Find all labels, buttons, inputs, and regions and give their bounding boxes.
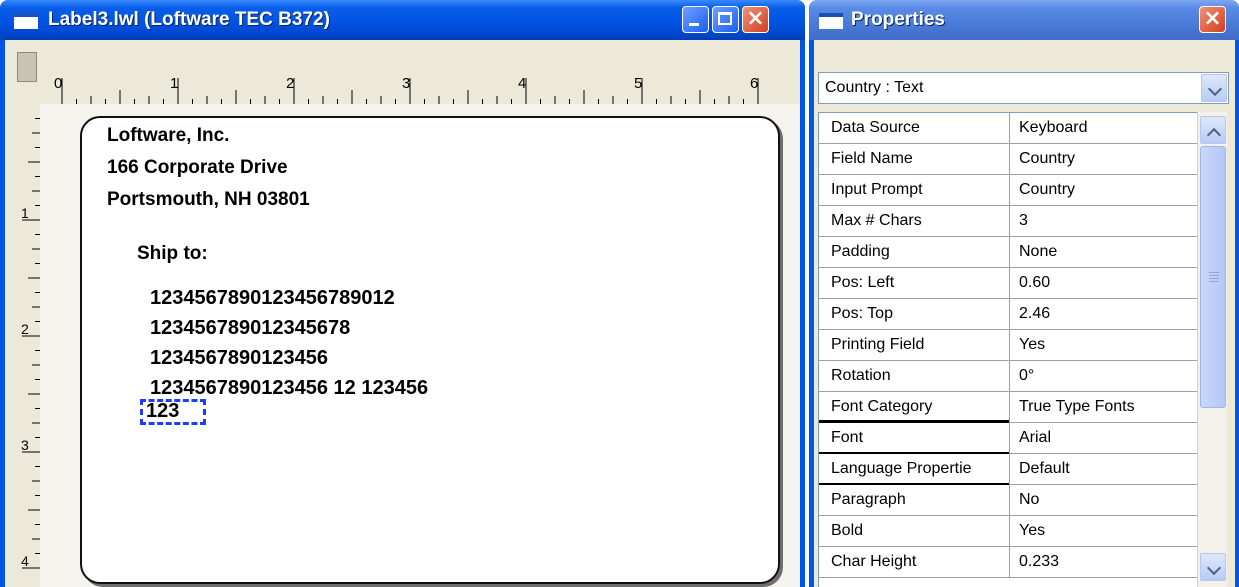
ruler-number: 4	[21, 553, 29, 569]
property-name: Data Source	[831, 119, 920, 136]
property-value[interactable]: Country	[1019, 175, 1197, 205]
minimize-button[interactable]	[682, 6, 709, 33]
property-value[interactable]: No	[1019, 485, 1197, 515]
ruler-number: 4	[518, 75, 526, 92]
close-icon: ×	[746, 6, 765, 31]
property-row[interactable]: Pos: Top 2.46	[819, 299, 1197, 330]
ruler-number: 2	[286, 75, 294, 92]
label-field-line-3[interactable]: 1234567890123456	[150, 347, 328, 370]
scroll-up-button[interactable]	[1200, 116, 1226, 144]
label-country-field[interactable]: 123	[146, 400, 179, 423]
ruler-number: 0	[54, 75, 62, 92]
maximize-icon	[718, 12, 732, 25]
ruler-number: 3	[21, 437, 29, 453]
property-name: Bold	[831, 522, 864, 539]
close-icon: ×	[1203, 6, 1222, 31]
property-name: Rotation	[831, 367, 891, 384]
property-value[interactable]: 0.233	[1019, 547, 1197, 577]
ruler-number: 1	[21, 205, 29, 221]
property-name: Char Height	[831, 553, 917, 570]
property-name: Printing Field	[831, 336, 925, 353]
label-city[interactable]: Portsmouth, NH 03801	[107, 189, 310, 211]
maximize-button[interactable]	[712, 6, 739, 33]
ruler-number: 2	[21, 321, 29, 337]
chevron-up-icon	[1206, 127, 1222, 143]
label-field-line-1[interactable]: 1234567890123456789012	[150, 287, 395, 310]
ruler-number: 6	[750, 75, 758, 92]
ruler-number: 5	[634, 75, 642, 92]
property-row[interactable]: Char Height 0.233	[819, 547, 1197, 578]
property-value[interactable]: Country	[1019, 144, 1197, 174]
property-row[interactable]: Bold Yes	[819, 516, 1197, 547]
label-field-line-4[interactable]: 1234567890123456 12 123456	[150, 377, 428, 400]
properties-title: Properties	[851, 9, 945, 30]
property-row[interactable]: Language Propertie Default	[819, 452, 1197, 485]
ruler-corner	[17, 52, 37, 82]
property-name: Max # Chars	[831, 212, 922, 229]
property-value[interactable]: None	[1019, 237, 1197, 267]
ruler-number: 3	[402, 75, 410, 92]
properties-grid: Data Source Keyboard Field Name Country In…	[818, 112, 1197, 587]
label-window-title: Label3.lwl (Loftware TEC B372)	[48, 9, 330, 30]
property-name: Language Propertie	[831, 460, 972, 477]
properties-titlebar[interactable]: Properties ×	[809, 0, 1239, 40]
dropdown-button[interactable]	[1201, 74, 1227, 102]
property-name: Font Category	[831, 398, 933, 415]
property-value[interactable]: Keyboard	[1019, 113, 1197, 143]
object-selector[interactable]: Country : Text	[818, 72, 1229, 104]
property-name: Padding	[831, 243, 890, 260]
property-value[interactable]: 0°	[1019, 361, 1197, 391]
property-row[interactable]: Font Category True Type Fonts	[819, 392, 1197, 423]
property-value[interactable]: True Type Fonts	[1019, 392, 1197, 422]
property-row[interactable]: Input Prompt Country	[819, 175, 1197, 206]
ruler-number: 1	[170, 75, 178, 92]
horizontal-ruler: 0 1 2 3 4 5 6	[48, 64, 796, 104]
property-row[interactable]: Data Source Keyboard	[819, 113, 1197, 144]
property-name: Font	[831, 429, 864, 446]
chevron-down-icon	[1206, 560, 1222, 576]
label-ship-to[interactable]: Ship to:	[137, 243, 208, 265]
property-row[interactable]: Padding None	[819, 237, 1197, 268]
properties-scrollbar[interactable]	[1197, 112, 1227, 587]
property-row[interactable]: Rotation 0°	[819, 361, 1197, 392]
label-window-titlebar[interactable]: Label3.lwl (Loftware TEC B372) ×	[0, 0, 805, 40]
label-street[interactable]: 166 Corporate Drive	[107, 157, 288, 179]
window-icon	[14, 13, 38, 29]
property-value[interactable]: Default	[1019, 454, 1197, 484]
property-value[interactable]: 2.46	[1019, 299, 1197, 329]
label-field-line-2[interactable]: 123456789012345678	[150, 317, 350, 340]
property-value[interactable]: Yes	[1019, 330, 1197, 360]
property-value[interactable]: Yes	[1019, 516, 1197, 546]
property-row[interactable]: Field Name Country	[819, 144, 1197, 175]
property-name: Pos: Top	[831, 305, 893, 322]
property-name: Field Name	[831, 150, 913, 167]
chevron-down-icon	[1207, 81, 1223, 97]
property-value[interactable]: Arial	[1019, 423, 1197, 453]
property-row[interactable]: Max # Chars 3	[819, 206, 1197, 237]
label-company-name[interactable]: Loftware, Inc.	[107, 125, 229, 147]
object-selector-value: Country : Text	[825, 79, 924, 96]
minimize-icon	[689, 23, 699, 26]
property-name: Paragraph	[831, 491, 906, 508]
property-name: Pos: Left	[831, 274, 895, 291]
vertical-ruler: 1 2 3 4	[20, 104, 40, 587]
property-row[interactable]: Printing Field Yes	[819, 330, 1197, 361]
property-value[interactable]: 3	[1019, 206, 1197, 236]
properties-close-button[interactable]: ×	[1199, 6, 1226, 33]
property-name: Input Prompt	[831, 181, 923, 198]
property-value[interactable]: 0.60	[1019, 268, 1197, 298]
property-row[interactable]: Paragraph No	[819, 483, 1197, 516]
property-row[interactable]: Font Arial	[819, 423, 1197, 454]
property-row[interactable]: Pos: Left 0.60	[819, 268, 1197, 299]
close-button[interactable]: ×	[742, 6, 769, 33]
scroll-down-button[interactable]	[1200, 553, 1226, 581]
window-icon	[819, 13, 843, 29]
scrollbar-thumb[interactable]	[1200, 146, 1226, 408]
